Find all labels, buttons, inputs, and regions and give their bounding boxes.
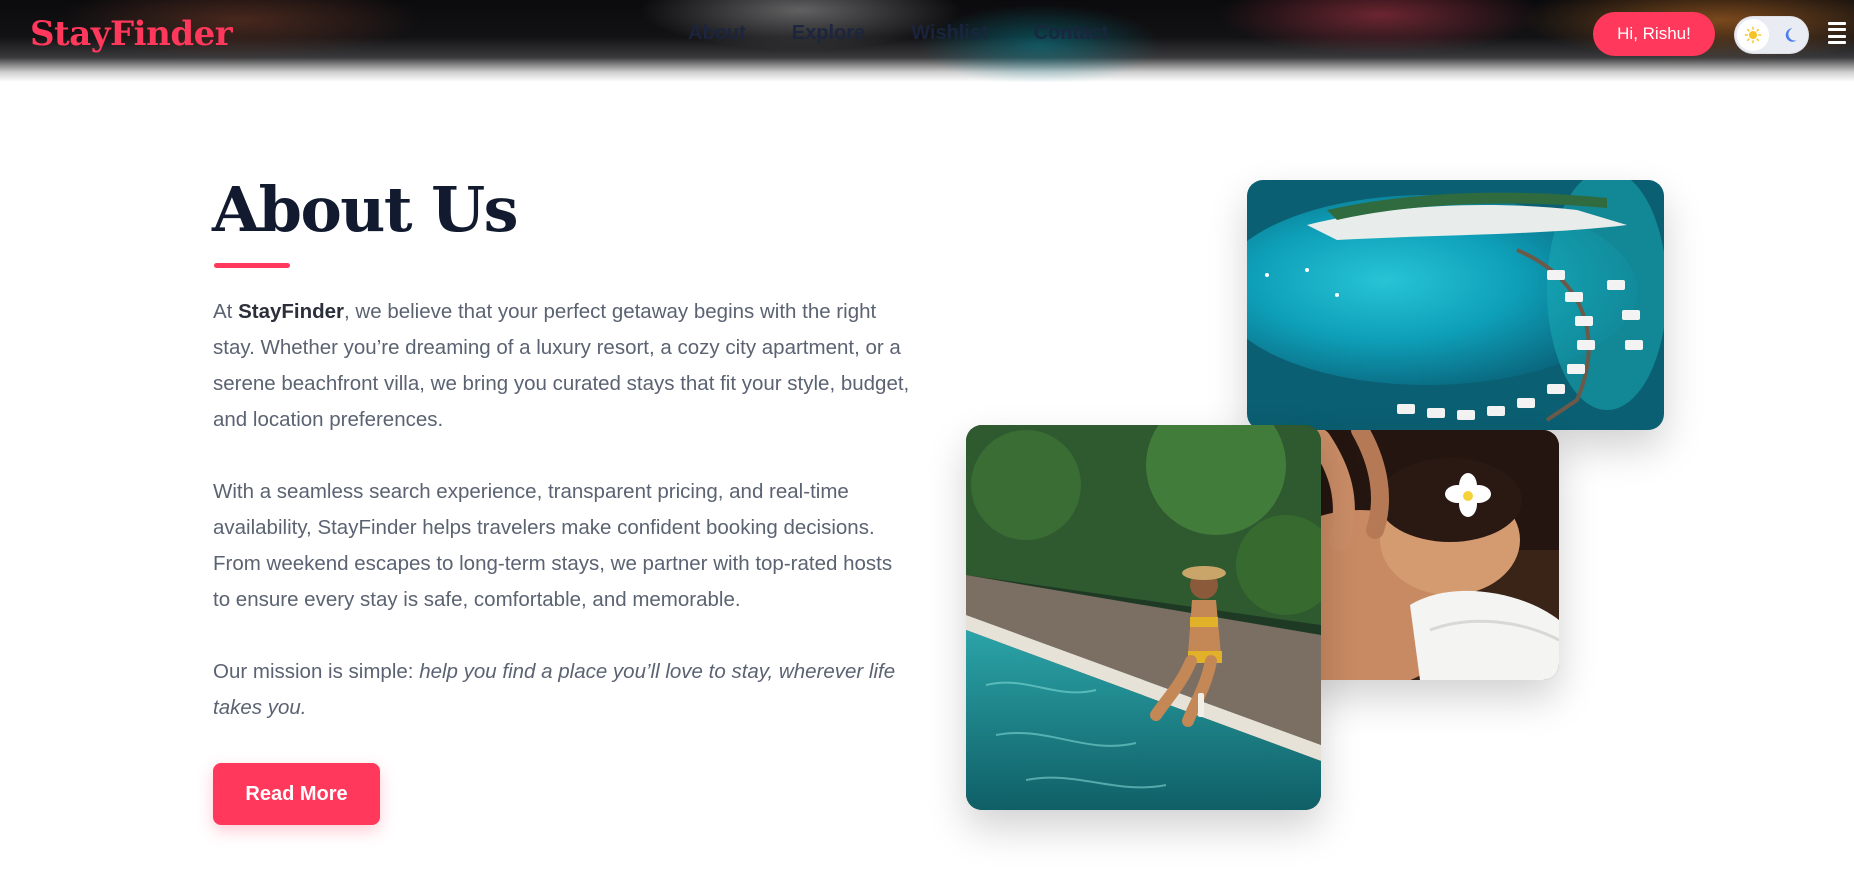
top-navbar: StayFinder About Explore Wishlist Contac… <box>0 0 1854 82</box>
mission-statement: Our mission is simple: help you find a p… <box>213 660 896 719</box>
brand-name: StayFinder <box>238 300 345 323</box>
about-paragraph-2: With a seamless search experience, trans… <box>213 480 893 611</box>
spa-massage-image <box>1300 430 1559 680</box>
nav-link-about[interactable]: About <box>688 22 746 45</box>
page-title: About Us <box>212 173 519 246</box>
user-greeting-button[interactable]: Hi, Rishu! <box>1593 12 1715 56</box>
main-nav: About Explore Wishlist Contact <box>688 22 1108 45</box>
pool-woman-image <box>966 425 1321 810</box>
hamburger-menu-icon[interactable] <box>1828 22 1846 44</box>
moon-icon <box>1785 28 1797 42</box>
about-paragraph-1: At StayFinder, we believe that your perf… <box>213 300 910 431</box>
nav-link-contact[interactable]: Contact <box>1034 22 1108 45</box>
read-more-button[interactable]: Read More <box>213 763 380 825</box>
nav-link-explore[interactable]: Explore <box>792 22 865 45</box>
nav-link-wishlist[interactable]: Wishlist <box>911 22 988 45</box>
title-underline <box>214 263 290 268</box>
resort-aerial-image <box>1247 180 1664 430</box>
toggle-knob <box>1737 19 1769 51</box>
logo[interactable]: StayFinder <box>30 14 233 54</box>
theme-toggle[interactable] <box>1734 16 1809 54</box>
sun-icon <box>1744 26 1762 44</box>
